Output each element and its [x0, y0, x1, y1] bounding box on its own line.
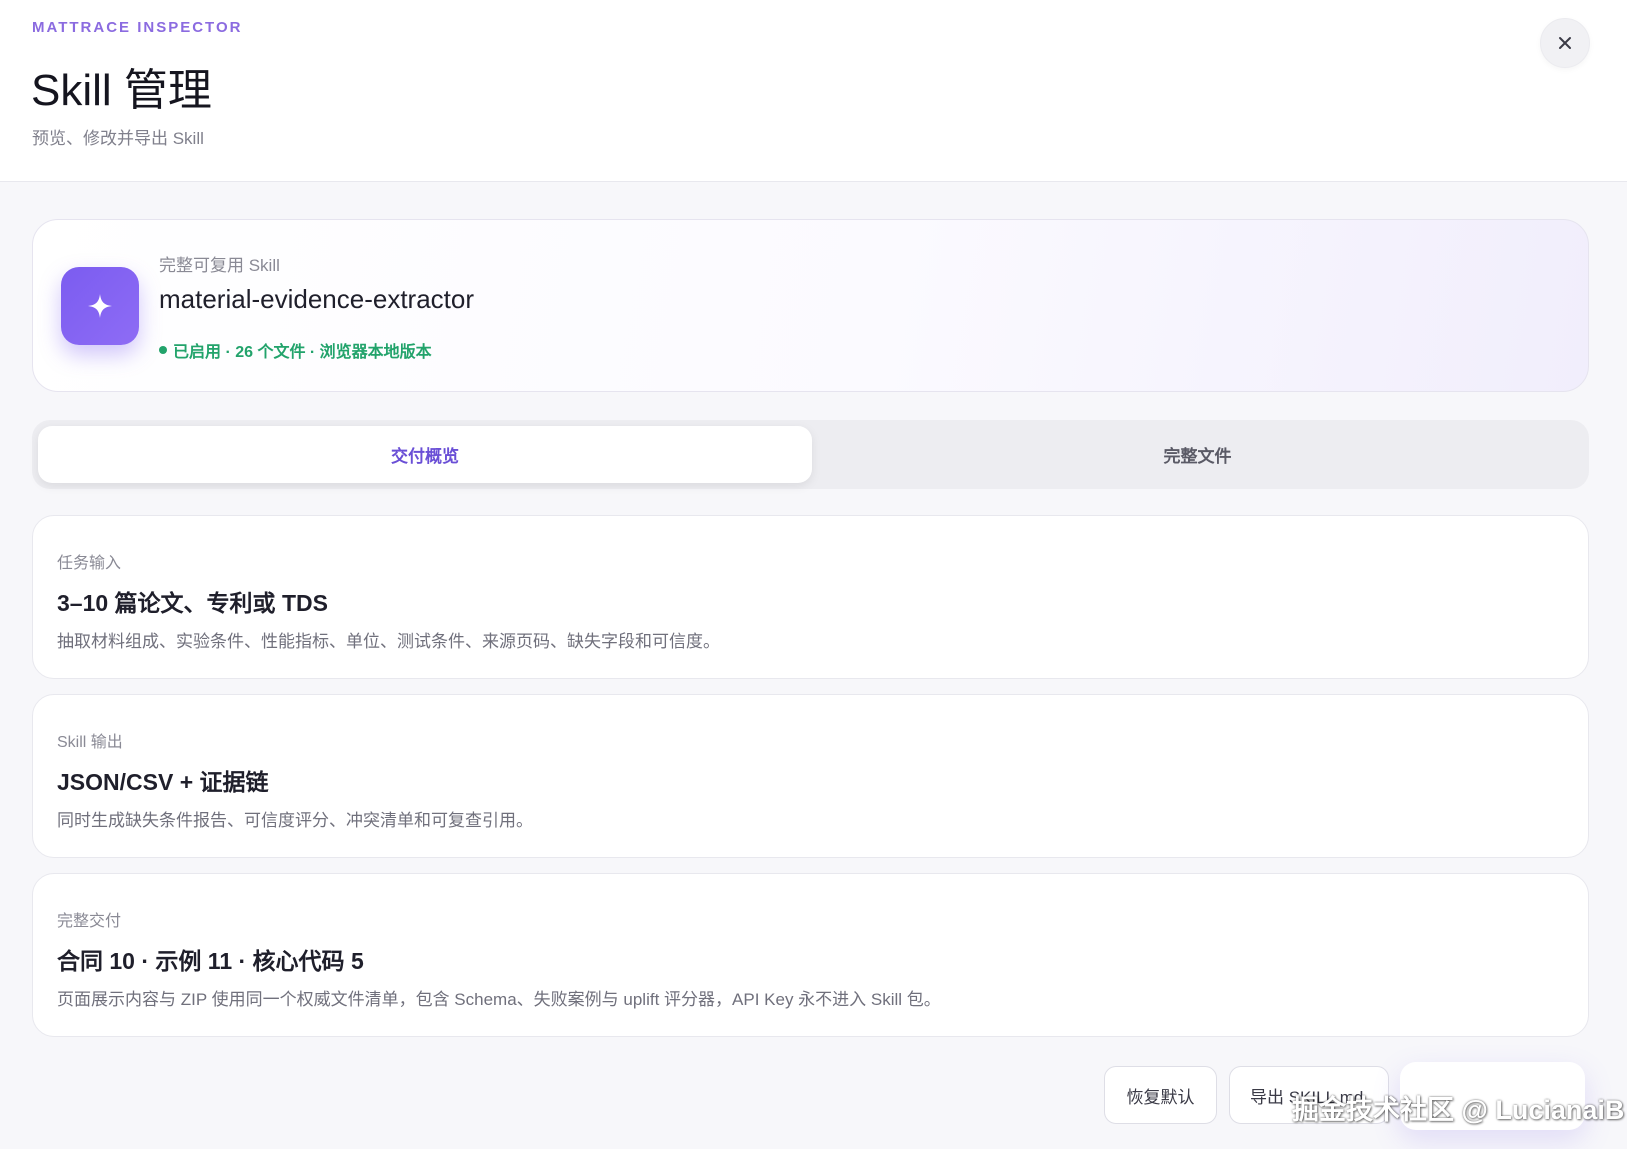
card-label: 任务输入: [57, 555, 122, 572]
tab-delivery-overview[interactable]: 交付概览: [38, 426, 812, 483]
status-dot-icon: [159, 346, 167, 354]
skill-status: 已启用 · 26 个文件 · 浏览器本地版本: [159, 338, 432, 362]
page-subtitle: 预览、修改并导出 Skill: [32, 129, 204, 148]
app-eyebrow: MATTRACE INSPECTOR: [32, 19, 243, 36]
skill-status-text: 已启用 · 26 个文件 · 浏览器本地版本: [173, 344, 432, 361]
skill-output-card: Skill 输出 JSON/CSV + 证据链 同时生成缺失条件报告、可信度评分…: [32, 694, 1589, 858]
card-label: Skill 输出: [57, 734, 123, 751]
skill-name: material-evidence-extractor: [159, 284, 475, 314]
skill-kind-label: 完整可复用 Skill: [159, 256, 280, 275]
tab-full-files[interactable]: 完整文件: [812, 426, 1583, 483]
close-button[interactable]: [1540, 18, 1590, 68]
card-value: 3–10 篇论文、专利或 TDS: [57, 590, 328, 616]
full-delivery-card: 完整交付 合同 10 · 示例 11 · 核心代码 5 页面展示内容与 ZIP …: [32, 873, 1589, 1037]
view-tabs: 交付概览 完整文件: [32, 420, 1589, 489]
watermark-text: 掘金技术社区 @ LucianaiB: [1292, 1095, 1625, 1125]
task-input-card: 任务输入 3–10 篇论文、专利或 TDS 抽取材料组成、实验条件、性能指标、单…: [32, 515, 1589, 679]
card-description: 同时生成缺失条件报告、可信度评分、冲突清单和可复查引用。: [57, 811, 533, 830]
page-title: Skill 管理: [31, 66, 212, 115]
card-description: 抽取材料组成、实验条件、性能指标、单位、测试条件、来源页码、缺失字段和可信度。: [57, 632, 720, 651]
skill-avatar: [61, 267, 139, 345]
skill-summary-card: 完整可复用 Skill material-evidence-extractor …: [32, 219, 1589, 392]
page-header: MATTRACE INSPECTOR Skill 管理 预览、修改并导出 Ski…: [0, 0, 1627, 182]
card-label: 完整交付: [57, 913, 122, 930]
card-description: 页面展示内容与 ZIP 使用同一个权威文件清单，包含 Schema、失败案例与 …: [57, 990, 941, 1009]
restore-default-button[interactable]: 恢复默认: [1104, 1066, 1217, 1124]
close-icon: [1559, 37, 1571, 49]
card-value: JSON/CSV + 证据链: [57, 769, 269, 795]
sparkle-icon: [88, 294, 112, 318]
card-value: 合同 10 · 示例 11 · 核心代码 5: [57, 948, 364, 974]
